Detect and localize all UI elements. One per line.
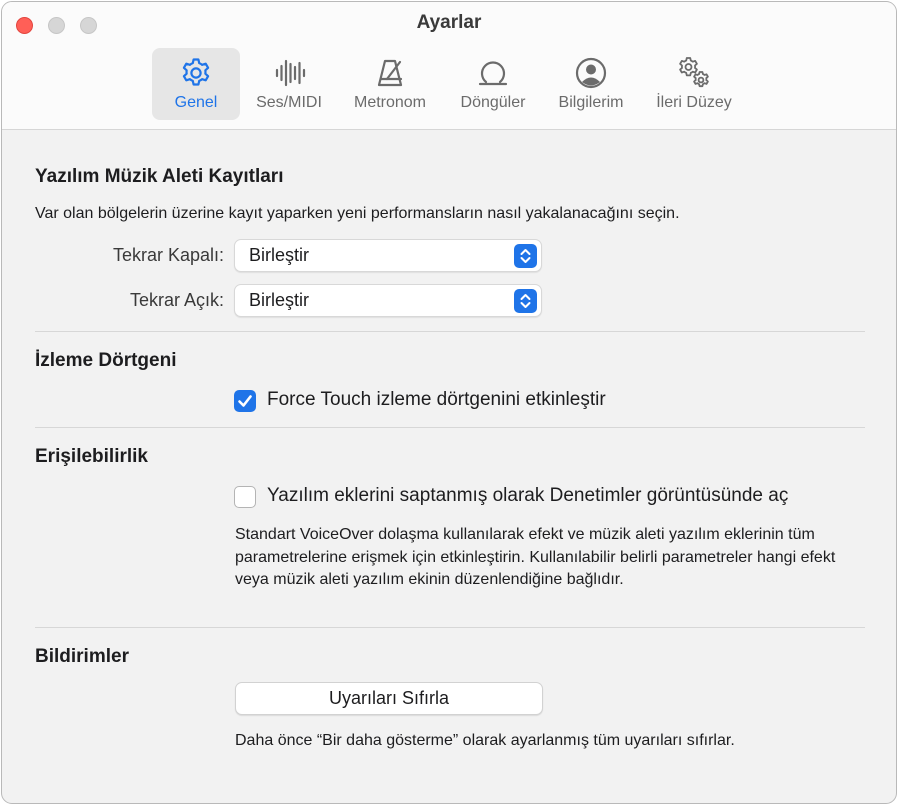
tab-general-label: Genel bbox=[174, 94, 218, 111]
settings-window: Ayarlar Genel Ses/MIDI Metronom Döngüler… bbox=[1, 1, 897, 804]
tab-audio-midi-label: Ses/MIDI bbox=[256, 94, 322, 111]
notifications-section-title: Bildirimler bbox=[35, 646, 129, 667]
popup-chevrons-icon bbox=[514, 244, 537, 268]
title-bar: Ayarlar Genel Ses/MIDI Metronom Döngüler… bbox=[2, 2, 896, 130]
person-circle-icon bbox=[575, 57, 607, 89]
settings-toolbar: Genel Ses/MIDI Metronom Döngüler Bilgile… bbox=[2, 48, 896, 122]
plugins-controls-label: Yazılım eklerini saptanmış olarak Deneti… bbox=[267, 485, 789, 506]
section-divider bbox=[35, 627, 865, 628]
tab-audio-midi[interactable]: Ses/MIDI bbox=[244, 48, 334, 120]
accessibility-help-text: Standart VoiceOver dolaşma kullanılarak … bbox=[235, 526, 836, 588]
cycle-off-value: Birleştir bbox=[249, 245, 310, 265]
tab-my-info-label: Bilgilerim bbox=[558, 94, 624, 111]
force-touch-label: Force Touch izleme dörtgenini etkinleşti… bbox=[267, 389, 606, 410]
window-title: Ayarlar bbox=[416, 12, 482, 33]
cycle-on-popup[interactable]: Birleştir bbox=[234, 284, 542, 317]
tab-loops-label: Döngüler bbox=[460, 94, 526, 111]
plugins-controls-checkbox[interactable] bbox=[234, 486, 256, 508]
loop-icon bbox=[478, 61, 508, 86]
cycle-on-label: Tekrar Açık: bbox=[129, 290, 224, 310]
cycle-on-value: Birleştir bbox=[249, 290, 310, 310]
recording-description: Var olan bölgelerin üzerine kayıt yapark… bbox=[35, 205, 680, 222]
tab-metronome[interactable]: Metronom bbox=[342, 48, 438, 120]
settings-content: Yazılım Müzik Aleti Kayıtları Var olan b… bbox=[2, 131, 896, 803]
checkmark-icon bbox=[238, 395, 252, 407]
tab-my-info[interactable]: Bilgilerim bbox=[546, 48, 636, 120]
section-divider bbox=[35, 427, 865, 428]
gear-icon bbox=[182, 58, 210, 86]
gears-icon bbox=[679, 57, 709, 88]
reset-warnings-help-text: Daha önce “Bir daha gösterme” olarak aya… bbox=[235, 732, 735, 749]
tab-general[interactable]: Genel bbox=[152, 48, 240, 120]
popup-chevrons-icon bbox=[514, 289, 537, 313]
tab-advanced-label: İleri Düzey bbox=[656, 94, 732, 111]
tab-loops[interactable]: Döngüler bbox=[448, 48, 538, 120]
trackpad-section-title: İzleme Dörtgeni bbox=[35, 350, 177, 371]
recording-section-title: Yazılım Müzik Aleti Kayıtları bbox=[35, 166, 284, 187]
tab-advanced[interactable]: İleri Düzey bbox=[644, 48, 744, 120]
tab-metronome-label: Metronom bbox=[353, 94, 427, 111]
force-touch-checkbox[interactable] bbox=[234, 390, 256, 412]
section-divider bbox=[35, 331, 865, 332]
metronome-icon bbox=[377, 59, 403, 87]
accessibility-section-title: Erişilebilirlik bbox=[35, 446, 148, 467]
waveform-icon bbox=[275, 59, 306, 87]
reset-warnings-button[interactable]: Uyarıları Sıfırla bbox=[235, 682, 543, 715]
cycle-off-label: Tekrar Kapalı: bbox=[112, 245, 224, 265]
cycle-off-popup[interactable]: Birleştir bbox=[234, 239, 542, 272]
